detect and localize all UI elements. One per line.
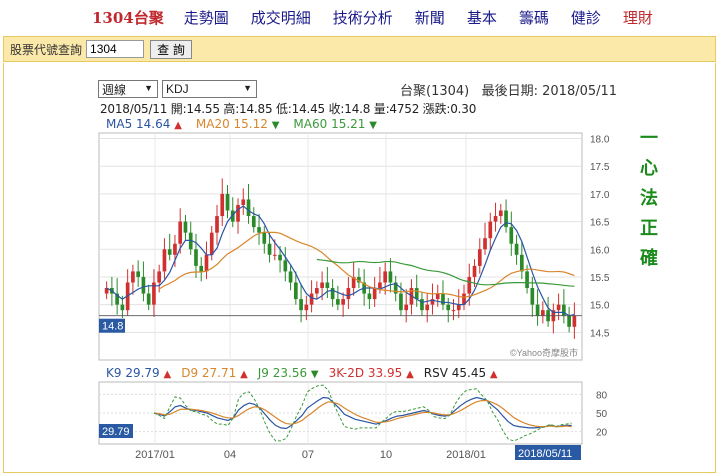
candle-body [535, 304, 540, 316]
candle-body [299, 299, 303, 311]
candle-body [435, 293, 440, 300]
candle-body [341, 299, 345, 305]
last-date-label: 2018/05/11 [518, 448, 572, 460]
candle-body [414, 288, 419, 300]
candle-body [372, 288, 377, 300]
candle-body [236, 204, 240, 222]
candle-body [178, 221, 183, 244]
kd-tick-label: 80 [596, 390, 608, 401]
candle-body [493, 216, 498, 222]
price-tick-label: 17.5 [590, 162, 610, 173]
candle-body [483, 238, 487, 250]
candle-body [562, 304, 566, 316]
candle-body [420, 299, 424, 311]
candle-body [246, 199, 251, 217]
price-plot-area [98, 132, 583, 361]
candle-body [504, 210, 508, 228]
candle-body [209, 232, 214, 255]
candle-body [346, 288, 351, 300]
candle-body [131, 271, 135, 283]
candle-body [367, 293, 372, 300]
price-tick-label: 15.5 [590, 273, 610, 284]
candle-body [519, 254, 524, 272]
candle-body [451, 310, 456, 312]
candle-body [315, 288, 319, 294]
candle-body [509, 227, 514, 244]
candle-body [173, 243, 177, 255]
price-chart: 18.0 17.5 17.0 16.5 16.0 15.5 15.0 14.5 2017/01 0… [98, 132, 610, 461]
candle-body [183, 221, 188, 233]
candle-body [572, 315, 577, 327]
candle-body [567, 315, 571, 327]
kd-tick-label: 50 [596, 409, 608, 420]
candle-body [194, 249, 198, 266]
candle-body [267, 243, 272, 255]
candle-body [336, 299, 340, 305]
kd-tick-label: 20 [596, 428, 608, 439]
candle-body [225, 193, 230, 211]
date-tick-label: 04 [224, 449, 236, 461]
candle-body [288, 271, 293, 283]
candle-body [477, 249, 482, 266]
candle-body [404, 304, 409, 311]
candle-body [446, 304, 451, 311]
candle-body [262, 232, 267, 244]
candle-body [309, 293, 314, 305]
price-tick-label: 18.0 [590, 135, 610, 146]
candle-body [383, 271, 388, 283]
candle-body [388, 271, 393, 283]
last-price-label: 14.8 [102, 321, 123, 333]
watermark-text: ©Yahoo奇摩股市 [510, 347, 578, 358]
candle-body [136, 271, 141, 277]
kd-value-label: 29.79 [102, 426, 130, 438]
price-tick-label: 16.0 [590, 245, 610, 256]
date-tick-label: 2017/01 [135, 449, 175, 461]
candle-body [167, 249, 172, 255]
candle-body [525, 271, 529, 289]
candle-body [272, 254, 277, 256]
candle-body [251, 216, 256, 228]
candle-body [325, 282, 330, 289]
date-tick-label: 07 [302, 449, 314, 461]
date-tick-label: 10 [380, 449, 392, 461]
candle-body [425, 304, 430, 311]
candle-body [378, 282, 382, 289]
candle-body [120, 304, 125, 311]
candle-body [320, 282, 324, 289]
candle-body [556, 304, 561, 311]
candle-body [540, 310, 545, 316]
price-tick-label: 16.5 [590, 218, 610, 229]
candle-body [472, 265, 477, 277]
price-tick-label: 17.0 [590, 190, 610, 201]
candle-body [293, 282, 298, 300]
candle-body [241, 199, 246, 205]
candle-body [257, 227, 261, 233]
candle-body [488, 221, 493, 239]
candle-body [456, 304, 461, 311]
candle-body [157, 271, 162, 283]
price-tick-label: 14.5 [590, 328, 610, 339]
date-tick-label: 2018/01 [446, 449, 486, 461]
candle-body [278, 254, 282, 261]
candle-body [514, 243, 519, 255]
candle-body [215, 216, 219, 233]
candle-body [304, 304, 309, 311]
candle-body [530, 288, 535, 305]
candle-body [204, 254, 209, 272]
candle-body [467, 276, 472, 294]
candle-body [498, 210, 503, 217]
candle-body [283, 260, 288, 272]
candle-body [220, 193, 225, 217]
candle-body [146, 293, 151, 305]
candle-body [162, 249, 167, 272]
candle-body [199, 265, 204, 272]
candle-body [399, 293, 403, 311]
candle-body [141, 276, 146, 294]
price-tick-label: 15.0 [590, 301, 610, 312]
